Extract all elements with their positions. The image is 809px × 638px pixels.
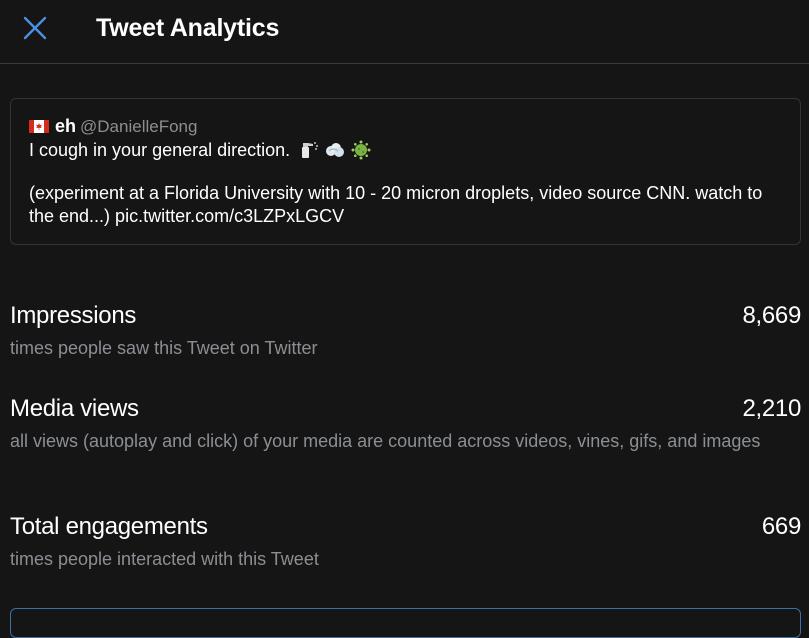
author-handle: @DanielleFong [80,117,198,136]
canada-flag-icon [29,120,49,133]
tweet-card[interactable]: eh @DanielleFong I cough in your general … [10,98,801,245]
tweet-body-text: (experiment at a Florida University with… [29,183,763,226]
tweet-text-line: I cough in your general direction. [29,139,371,165]
metric-label: Impressions [10,302,137,329]
close-button[interactable] [20,13,50,43]
close-icon [23,16,47,40]
metric-value: 669 [761,513,801,540]
author-name: eh [55,116,77,136]
metric-value: 8,669 [742,302,801,329]
metric-label: Total engagements [10,513,208,540]
tweet-emojis [299,140,371,165]
tweet-author: eh @DanielleFong [29,116,197,137]
metric-description: times people saw this Tweet on Twitter [10,338,318,358]
metric-description: times people interacted with this Tweet [10,549,319,569]
sneeze-cloud-icon [326,143,345,157]
bottom-panel[interactable] [10,608,801,638]
page-title: Tweet Analytics [96,14,280,42]
spray-bottle-icon [302,142,319,158]
metric-value: 2,210 [742,395,801,422]
metric-label: Media views [10,395,139,422]
virus-icon [351,140,371,160]
analytics-header: Tweet Analytics [0,0,809,64]
metric-description: all views (autoplay and click) of your m… [10,431,761,451]
tweet-text: I cough in your general direction. [29,140,291,160]
